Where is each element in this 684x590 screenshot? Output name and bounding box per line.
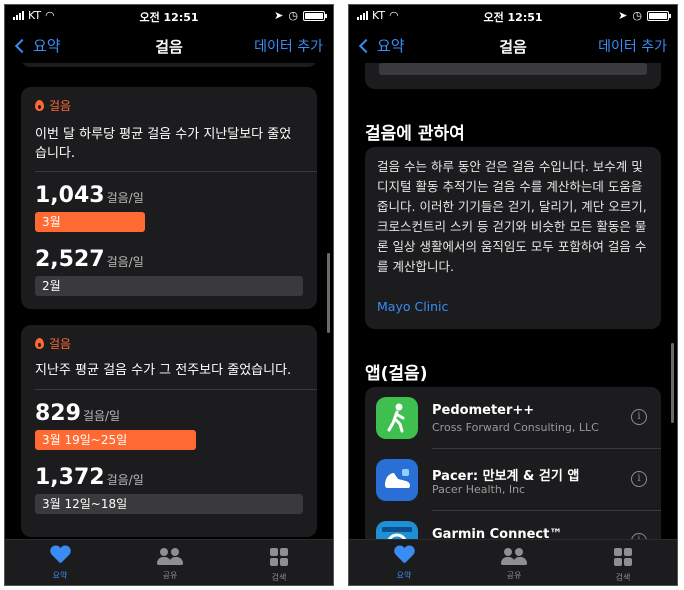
current-stat: 829 걸음/일 [35,401,121,426]
tab-summary[interactable]: 요약 [374,546,434,581]
app-name: Pedometer++ [432,403,535,418]
status-bar: KT ◠ 오전 12:51 ➤ ◷ [5,5,333,27]
app-name: Garmin Connect™ [432,527,563,539]
divider [35,389,317,390]
about-title: 걸음에 관하여 [365,124,465,144]
main-content[interactable]: 걸음에 관하여 걸음 수는 하루 동안 걷은 걸음 수입니다. 보수계 및 디지… [349,63,677,539]
grid-icon [614,548,632,566]
left-screen: KT ◠ 오전 12:51 ➤ ◷ 요약 걸음 데이터 추가 걸음 이번 달 하… [4,4,334,586]
people-icon [500,546,528,566]
current-bar: 3월 19일~25일 [35,430,196,450]
app-row-pacer[interactable]: Pacer: 만보계 & 걷기 앱 Pacer Health, Inc i [365,449,661,511]
card-header: 걸음 [35,335,71,352]
tab-bar: 요약 공유 검색 [5,539,333,585]
tab-browse[interactable]: 검색 [249,546,309,583]
navigation-bar: 요약 걸음 데이터 추가 [349,27,677,63]
cut-off-bar [379,63,647,75]
location-icon: ➤ [274,9,284,22]
scrollbar[interactable] [327,253,330,333]
card-message: 이번 달 하루당 평균 걸음 수가 지난달보다 줄었습니다. [35,127,292,161]
flame-icon [35,100,44,111]
current-bar: 3월 [35,212,145,232]
tab-sharing[interactable]: 공유 [140,546,200,581]
card-message: 지난주 평균 걸음 수가 그 전주보다 줄었습니다. [35,363,292,378]
previous-stat: 1,372 걸음/일 [35,465,144,490]
previous-stat: 2,527 걸음/일 [35,247,144,272]
right-screen: KT ◠ 오전 12:51 ➤ ◷ 요약 걸음 데이터 추가 걸음에 관하여 걸… [348,4,678,586]
app-row-garmin[interactable]: Garmin Connect™ i [365,511,661,539]
add-data-button[interactable]: 데이터 추가 [254,36,323,56]
weekly-steps-card[interactable]: 걸음 지난주 평균 걸음 수가 그 전주보다 줄었습니다. 829 걸음/일 3월… [21,325,317,537]
scrollbar[interactable] [671,343,674,423]
tab-summary[interactable]: 요약 [30,546,90,581]
mayo-clinic-link[interactable]: Mayo Clinic [377,299,448,314]
battery-icon [647,10,671,21]
flame-icon [35,338,44,349]
status-bar: KT ◠ 오전 12:51 ➤ ◷ [349,5,677,27]
apps-list: Pedometer++ Cross Forward Consulting, LL… [365,387,661,539]
tab-browse[interactable]: 검색 [593,546,653,583]
battery-icon [303,10,327,21]
previous-bar: 2월 [35,276,303,296]
shoe-icon [376,459,418,501]
info-icon[interactable]: i [631,471,647,487]
heart-icon [394,546,414,564]
current-stat: 1,043 걸음/일 [35,183,144,208]
previous-bar: 3월 12일~18일 [35,494,303,514]
previous-card-edge [21,63,317,67]
tab-sharing[interactable]: 공유 [484,546,544,581]
card-header: 걸음 [35,97,71,114]
alarm-icon: ◷ [632,9,642,22]
app-row-pedometer[interactable]: Pedometer++ Cross Forward Consulting, LL… [365,387,661,449]
about-card: 걸음 수는 하루 동안 걷은 걸음 수입니다. 보수계 및 디지털 활동 추적기… [365,147,661,329]
walking-person-icon [376,397,418,439]
divider [35,171,317,172]
grid-icon [270,548,288,566]
people-icon [156,546,184,566]
main-content[interactable]: 걸음 이번 달 하루당 평균 걸음 수가 지난달보다 줄었습니다. 1,043 걸… [5,63,333,539]
monthly-steps-card[interactable]: 걸음 이번 달 하루당 평균 걸음 수가 지난달보다 줄었습니다. 1,043 걸… [21,87,317,309]
app-name: Pacer: 만보계 & 걷기 앱 [432,469,580,484]
alarm-icon: ◷ [288,9,298,22]
app-developer: Cross Forward Consulting, LLC [432,421,599,434]
location-icon: ➤ [618,9,628,22]
about-text: 걸음 수는 하루 동안 걷은 걸음 수입니다. 보수계 및 디지털 활동 추적기… [377,159,647,274]
navigation-bar: 요약 걸음 데이터 추가 [5,27,333,63]
tab-bar: 요약 공유 검색 [349,539,677,585]
previous-card-edge [365,63,661,89]
info-icon[interactable]: i [631,409,647,425]
app-developer: Pacer Health, Inc [432,483,526,496]
garmin-logo-icon [376,521,418,539]
heart-icon [50,546,70,564]
add-data-button[interactable]: 데이터 추가 [598,36,667,56]
apps-title: 앱(걸음) [365,364,428,384]
